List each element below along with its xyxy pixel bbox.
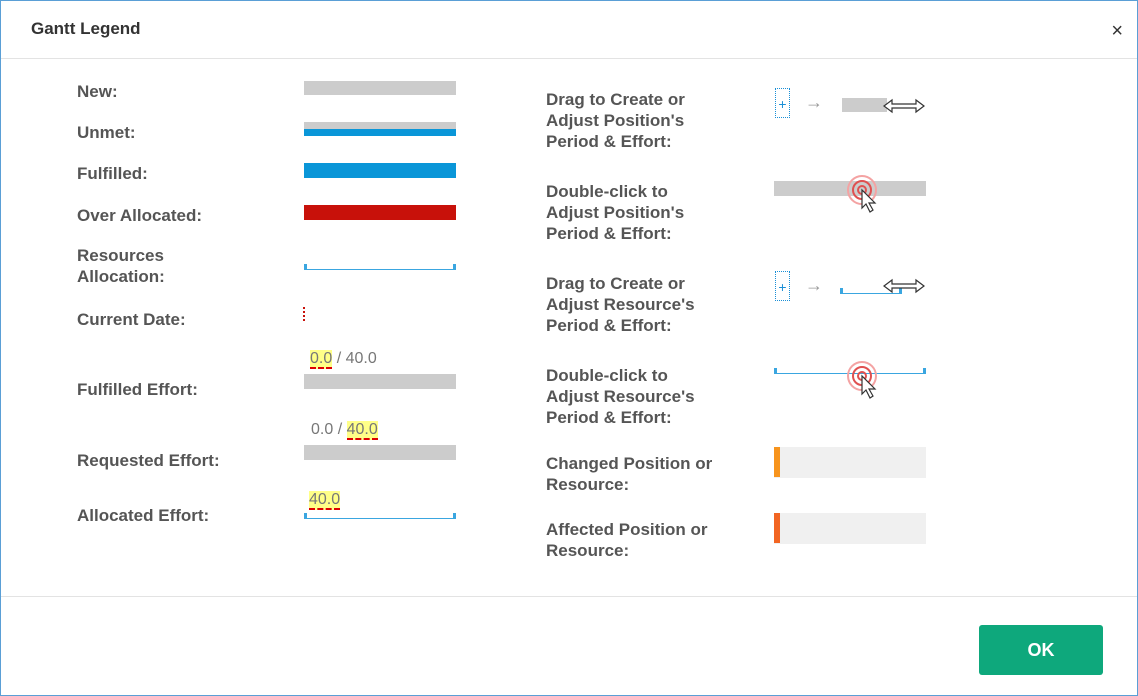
allocated-effort-text: 40.0 (309, 491, 341, 510)
legend-label-drag-resource: Drag to Create or Adjust Resource's Peri… (546, 274, 695, 335)
requested-effort-value: 0.0 / (311, 421, 343, 438)
allocated-effort-value: 40.0 (309, 491, 341, 510)
changed-panel (774, 447, 926, 478)
fulfilled-effort-bar (304, 374, 456, 389)
legend-label-changed: Changed Position or Resource: (546, 454, 713, 494)
legend-label-dblclick-resource: Double-click to Adjust Resource's Period… (546, 366, 695, 427)
dialog-title: Gantt Legend (31, 19, 141, 38)
fulfilled-effort-text: 0.0 / 40.0 (310, 350, 377, 369)
footer-divider (1, 596, 1137, 597)
legend-label-over-allocated: Over Allocated: (77, 206, 203, 225)
plus-icon: + (775, 88, 790, 118)
close-icon[interactable]: × (1111, 21, 1123, 41)
affected-panel (774, 513, 926, 544)
legend-label-dblclick-position: Double-click to Adjust Position's Period… (546, 182, 685, 243)
over-allocated-bar (304, 205, 456, 220)
new-bar (304, 81, 456, 95)
legend-label-requested-effort: Requested Effort: (77, 451, 220, 470)
unmet-bar-top (304, 122, 456, 129)
drag-position-bar (842, 98, 887, 112)
legend-label-drag-position: Drag to Create or Adjust Position's Peri… (546, 90, 685, 151)
right-arrow-icon: → (805, 92, 823, 112)
resources-allocation-line2: Allocation: (77, 267, 165, 286)
requested-effort-text: 0.0 / 40.0 (311, 421, 378, 440)
legend-label-fulfilled-effort: Fulfilled Effort: (77, 380, 198, 399)
resize-cursor-icon (883, 278, 925, 299)
legend-label-resources-allocation: Resources Allocation: (77, 245, 165, 287)
dialog-header: Gantt Legend × (1, 1, 1137, 59)
legend-label-current-date: Current Date: (77, 310, 186, 329)
fulfilled-bar (304, 163, 456, 178)
resources-allocation-line1: Resources (77, 246, 164, 265)
fulfilled-effort-value: 0.0 (310, 350, 333, 369)
double-click-target-icon (846, 360, 886, 405)
requested-effort-bar (304, 445, 456, 460)
right-arrow-icon: → (805, 275, 823, 295)
changed-marker (774, 447, 780, 477)
affected-marker (774, 513, 780, 543)
unmet-bar-bottom (304, 129, 456, 136)
legend-label-unmet: Unmet: (77, 123, 136, 142)
legend-label-fulfilled: Fulfilled: (77, 164, 148, 183)
current-date-marker (303, 307, 305, 321)
requested-effort-total: 40.0 (346, 421, 378, 440)
resize-cursor-icon (883, 98, 925, 119)
legend-label-new: New: (77, 82, 118, 101)
fulfilled-effort-total: / 40.0 (336, 350, 377, 367)
legend-label-allocated-effort: Allocated Effort: (77, 506, 210, 525)
gantt-legend-dialog: Gantt Legend × New: Unmet: Fulfilled: Ov… (0, 0, 1138, 696)
legend-label-affected: Affected Position or Resource: (546, 520, 708, 560)
plus-icon: + (775, 271, 790, 301)
double-click-target-icon (846, 174, 886, 219)
ok-button[interactable]: OK (979, 625, 1103, 675)
